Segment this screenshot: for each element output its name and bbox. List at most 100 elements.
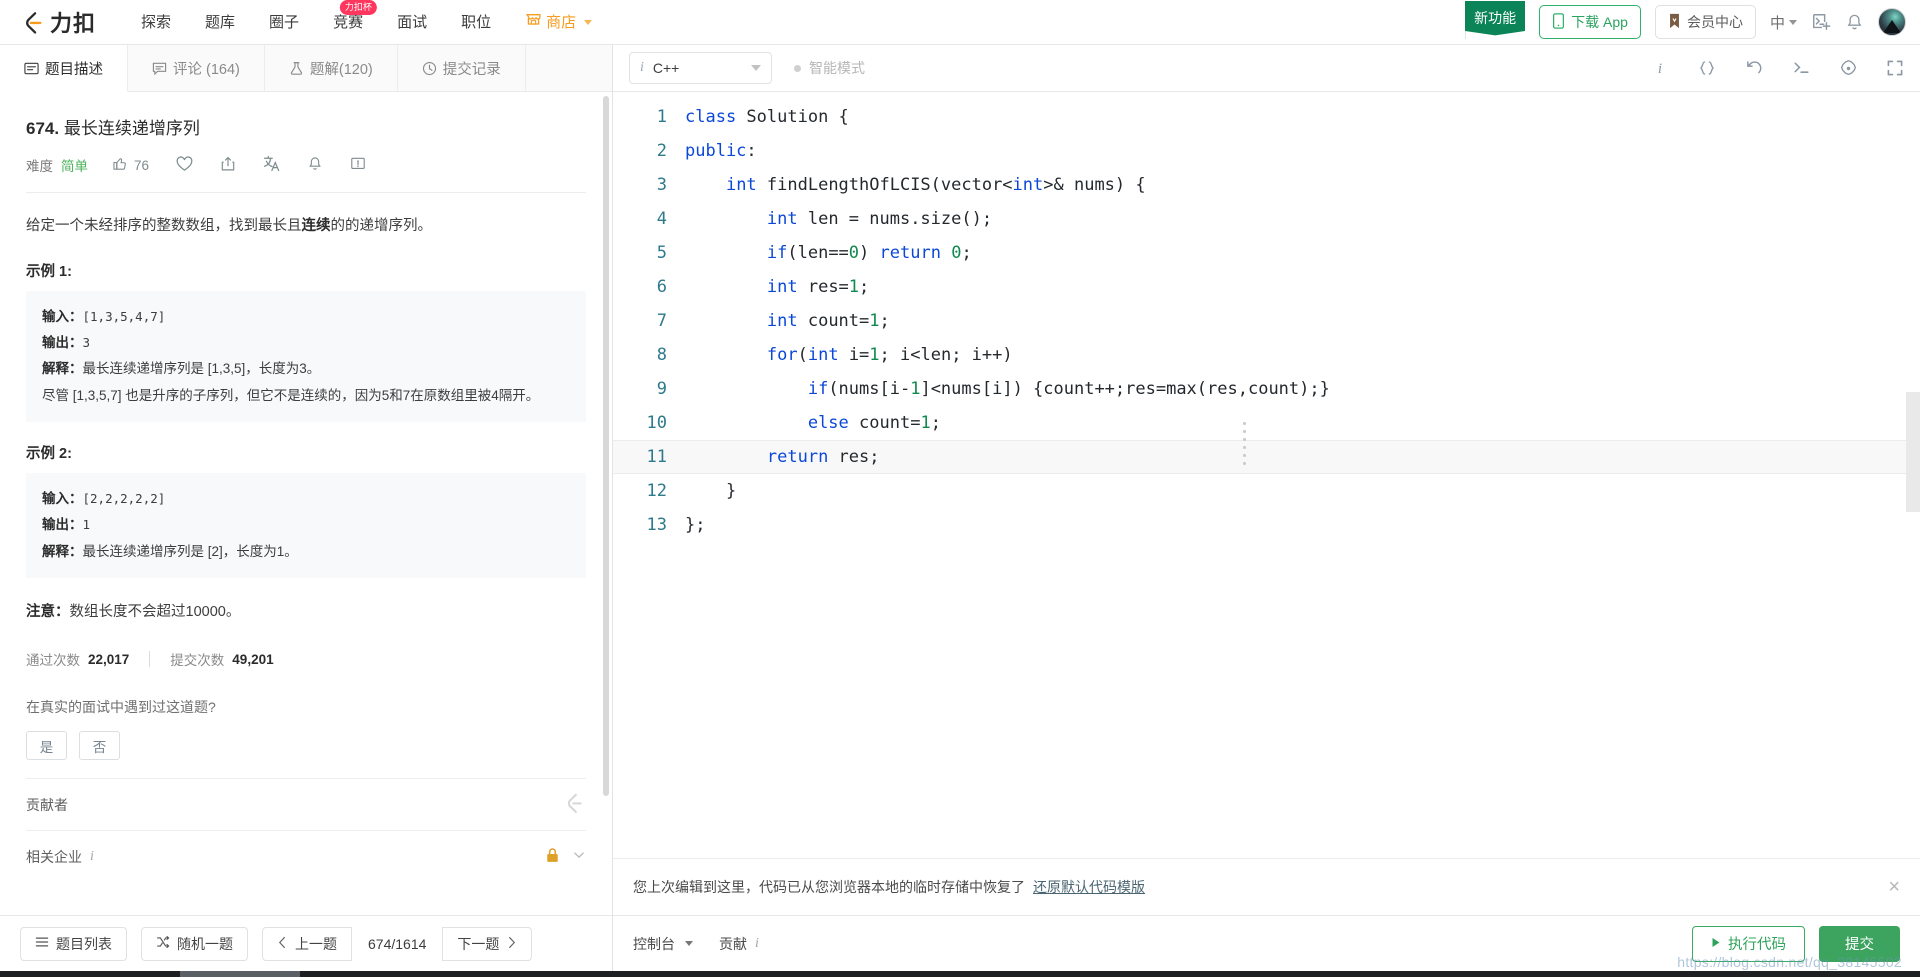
new-feature-ribbon[interactable]: 新功能 [1465, 1, 1526, 39]
code-token: >& nums) { [1043, 175, 1146, 195]
like-button[interactable]: 76 [112, 156, 149, 175]
example2-input-line: 输入：[2,2,2,2,2] [42, 486, 570, 512]
code-token: ) [859, 243, 880, 263]
answer-no-button[interactable]: 否 [79, 731, 120, 760]
site-logo[interactable]: 力扣 [20, 6, 96, 38]
problem-list-button[interactable]: 题目列表 [20, 926, 127, 961]
code-text: int res=1; [685, 270, 1920, 304]
bell-icon[interactable] [1845, 13, 1864, 32]
example1-block: 输入：[1,3,5,4,7] 输出：3 解释：最长连续递增序列是 [1,3,5]… [26, 290, 586, 423]
code-line[interactable]: 4 int len = nums.size(); [613, 202, 1920, 236]
nav-item-explore[interactable]: 探索 [124, 0, 188, 45]
nav-item-circle[interactable]: 圈子 [252, 0, 316, 45]
braces-icon[interactable] [1697, 59, 1717, 77]
svg-text:i: i [1658, 61, 1662, 77]
code-token: int [766, 277, 798, 297]
contribute-link[interactable]: 贡献 i [719, 934, 759, 954]
terminal-add-icon[interactable] [1811, 12, 1831, 32]
avatar[interactable] [1878, 8, 1906, 36]
translate-icon [263, 155, 280, 175]
smart-mode-toggle[interactable]: 智能模式 [794, 58, 865, 78]
action-buttons: 执行代码 提交 [1692, 925, 1900, 962]
problem-list-label: 题目列表 [56, 935, 112, 952]
code-editor[interactable]: 1 class Solution {2 public: 3 int findLengt… [613, 92, 1920, 858]
code-line[interactable]: 11 return res; [613, 440, 1920, 474]
share-button[interactable] [220, 156, 236, 175]
code-line[interactable]: 13}; [613, 508, 1920, 542]
pane-resize-handle[interactable] [1239, 422, 1249, 465]
nav-item-store[interactable]: 商店 [508, 0, 609, 45]
terminal-icon[interactable] [1792, 59, 1811, 77]
code-line[interactable]: 8 for(int i=1; i<len; i++) [613, 338, 1920, 372]
code-line[interactable]: 6 int res=1; [613, 270, 1920, 304]
line-number: 5 [656, 243, 667, 263]
code-line[interactable]: 5 if(len==0) return 0; [613, 236, 1920, 270]
line-number: 12 [646, 481, 667, 501]
clock-icon [422, 61, 437, 76]
code-line[interactable]: 2 public: [613, 134, 1920, 168]
restore-default-template-link[interactable]: 还原默认代码模版 [1033, 877, 1145, 897]
language-selector[interactable]: i C++ [629, 52, 772, 84]
console-toggle[interactable]: 控制台 [633, 934, 693, 954]
tab-label: 题目描述 [45, 61, 103, 78]
contributors-section[interactable]: 贡献者 [26, 778, 586, 830]
info-icon[interactable]: i [90, 849, 94, 865]
run-code-label: 执行代码 [1728, 937, 1786, 953]
code-token: res= [797, 277, 849, 297]
code-line[interactable]: 9 if(nums[i-1]<nums[i]) {count++;res=max… [613, 372, 1920, 406]
list-icon [35, 935, 49, 952]
code-token: Solution { [746, 107, 849, 127]
notify-button[interactable] [307, 156, 323, 175]
translate-button[interactable] [263, 155, 280, 175]
chevron-down-icon [685, 941, 693, 946]
undo-icon[interactable] [1745, 59, 1764, 77]
close-icon[interactable]: × [1888, 877, 1900, 897]
prev-problem-button[interactable]: 上一题 [262, 926, 352, 961]
code-line[interactable]: 1 class Solution { [613, 100, 1920, 134]
code-line[interactable]: 7 int count=1; [613, 304, 1920, 338]
submit-button[interactable]: 提交 [1819, 925, 1900, 962]
info-icon[interactable]: i [1651, 59, 1669, 77]
contributors-label: 贡献者 [26, 796, 68, 813]
left-scrollbar[interactable] [603, 96, 609, 796]
code-token: ]<nums[i]) {count++;res=max(res,count);} [920, 379, 1330, 399]
report-button[interactable] [350, 156, 366, 175]
run-code-button[interactable]: 执行代码 [1692, 925, 1805, 962]
nav-item-problems[interactable]: 题库 [188, 0, 252, 45]
nav-item-contest[interactable]: 力扣杯 竞赛 [316, 0, 380, 45]
description-bold: 连续 [301, 218, 331, 234]
editor-scrollbar[interactable] [1906, 392, 1920, 512]
favorite-button[interactable] [176, 155, 193, 175]
nav-item-jobs[interactable]: 职位 [444, 0, 508, 45]
companies-section[interactable]: 相关企业 i [26, 830, 586, 882]
code-lines[interactable]: 1 class Solution {2 public: 3 int findLengt… [613, 92, 1920, 542]
taskbar-seg-active [180, 971, 300, 977]
tab-comments[interactable]: 评论 (164) [128, 45, 265, 91]
nav-label: 探索 [141, 13, 172, 31]
fullscreen-icon[interactable] [1886, 59, 1904, 77]
code-line[interactable]: 3 int findLengthOfLCIS(vector<int>& nums… [613, 168, 1920, 202]
tab-description[interactable]: 题目描述 [0, 45, 128, 92]
answer-yes-button[interactable]: 是 [26, 731, 67, 760]
download-app-button[interactable]: 下载 App [1539, 5, 1641, 39]
chevron-down-icon[interactable] [572, 848, 586, 865]
tab-solutions[interactable]: 题解(120) [265, 45, 398, 91]
nav-item-interview[interactable]: 面试 [380, 0, 444, 45]
example1-output-value: 3 [82, 335, 91, 351]
problem-counter: 674/1614 [368, 935, 427, 952]
language-switcher[interactable]: 中 [1770, 12, 1797, 33]
share-icon [220, 156, 236, 175]
next-problem-button[interactable]: 下一题 [442, 926, 533, 961]
member-center-button[interactable]: 会员中心 [1654, 5, 1756, 39]
tab-submissions[interactable]: 提交记录 [398, 45, 526, 91]
code-text: } [685, 474, 1920, 508]
random-problem-button[interactable]: 随机一题 [141, 926, 248, 961]
settings-icon[interactable] [1839, 59, 1858, 78]
problem-description: 给定一个未经排序的整数数组，找到最长且连续的的递增序列。 [26, 213, 586, 240]
bookmark-icon [1668, 13, 1681, 32]
code-line[interactable]: 10 else count=1; [613, 406, 1920, 440]
code-token: res; [828, 447, 880, 467]
chevron-down-icon [751, 65, 761, 71]
code-line[interactable]: 12 } [613, 474, 1920, 508]
nav-label: 竞赛 [333, 13, 364, 31]
